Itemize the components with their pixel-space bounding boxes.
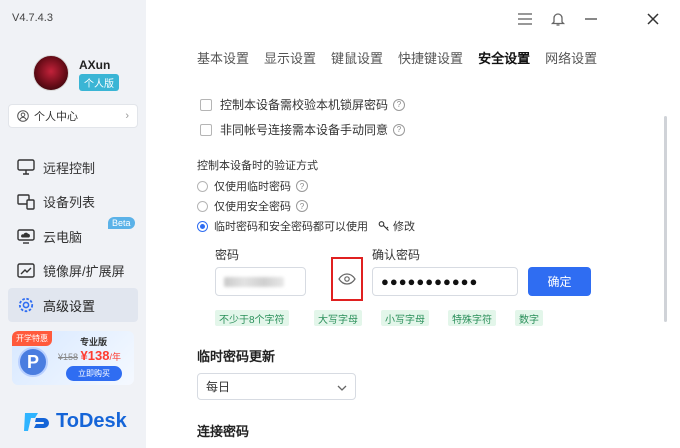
radio-label: 仅使用临时密码 bbox=[214, 181, 291, 193]
radio-button[interactable] bbox=[197, 180, 208, 192]
help-icon[interactable]: ? bbox=[393, 98, 406, 111]
temp-password-update-title: 临时密码更新 bbox=[197, 349, 276, 364]
rule-uppercase: 大写字母 bbox=[314, 310, 362, 326]
monitor-icon bbox=[16, 158, 36, 176]
username: AXun bbox=[79, 58, 111, 72]
cloud-pc-icon bbox=[16, 227, 36, 245]
sidebar-nav: 远程控制 设备列表 云电脑 镜像屏/扩展屏 高级设置 bbox=[8, 150, 138, 323]
checkbox-label: 非同帐号连接需本设备手动同意 bbox=[220, 123, 389, 137]
promo-tag: 开学特惠 bbox=[12, 331, 52, 346]
lock-screen-password-option[interactable]: 控制本设备需校验本机锁屏密码 ? bbox=[200, 96, 406, 113]
user-icon bbox=[17, 110, 29, 122]
radio-security-password-only[interactable]: 仅使用安全密码 ? bbox=[197, 198, 308, 214]
radio-button[interactable] bbox=[197, 220, 208, 232]
sidebar-item-device-list[interactable]: 设备列表 bbox=[8, 185, 138, 219]
sidebar-item-label: 镜像屏/扩展屏 bbox=[43, 264, 125, 279]
show-password-toggle[interactable] bbox=[331, 257, 363, 301]
manual-approve-option[interactable]: 非同帐号连接需本设备手动同意 ? bbox=[200, 121, 406, 138]
tab-keyboard-mouse[interactable]: 键鼠设置 bbox=[331, 48, 383, 67]
confirm-password-label: 确认密码 bbox=[372, 248, 421, 262]
tier-badge: 个人版 bbox=[79, 74, 119, 91]
bell-icon[interactable] bbox=[548, 9, 568, 29]
sidebar-item-label: 高级设置 bbox=[43, 298, 96, 314]
promo-old-price: ¥158 bbox=[58, 352, 79, 362]
promo-new-price: ¥138 bbox=[80, 348, 110, 363]
sidebar-item-mirror-screen[interactable]: 镜像屏/扩展屏 bbox=[8, 254, 138, 288]
menu-icon[interactable] bbox=[515, 9, 535, 29]
rule-min-length: 不少于8个字符 bbox=[215, 310, 289, 326]
key-icon bbox=[378, 221, 389, 231]
sidebar-item-remote-control[interactable]: 远程控制 bbox=[8, 150, 138, 184]
password-label: 密码 bbox=[215, 248, 240, 262]
chevron-down-icon bbox=[337, 380, 347, 394]
user-center-button[interactable]: 个人中心 › bbox=[8, 104, 138, 128]
help-icon[interactable]: ? bbox=[296, 200, 308, 212]
sidebar-item-advanced-settings[interactable]: 高级设置 bbox=[8, 288, 138, 322]
modify-label: 修改 bbox=[393, 221, 415, 233]
rule-digit: 数字 bbox=[515, 310, 543, 326]
settings-tabs: 基本设置 显示设置 键鼠设置 快捷键设置 安全设置 网络设置 bbox=[197, 48, 612, 67]
temp-password-frequency-select[interactable]: 每日 bbox=[197, 373, 356, 400]
promo-price: ¥158 ¥138/年 bbox=[58, 348, 121, 363]
minimize-icon[interactable] bbox=[581, 9, 601, 29]
modify-password-link[interactable]: 修改 bbox=[378, 218, 415, 234]
checkbox[interactable] bbox=[200, 123, 212, 136]
checkbox[interactable] bbox=[200, 98, 212, 111]
scrollbar[interactable] bbox=[664, 116, 667, 322]
promo-edition: 专业版 bbox=[80, 337, 108, 347]
promo-banner[interactable]: 开学特惠 P 专业版 ¥158 ¥138/年 立即购买 bbox=[12, 331, 134, 385]
close-icon[interactable] bbox=[643, 9, 663, 29]
gear-icon bbox=[16, 296, 36, 314]
help-icon[interactable]: ? bbox=[393, 123, 406, 136]
radio-temp-password-only[interactable]: 仅使用临时密码 ? bbox=[197, 178, 308, 194]
beta-badge: Beta bbox=[108, 217, 135, 229]
checkbox-label: 控制本设备需校验本机锁屏密码 bbox=[220, 98, 389, 112]
chevron-right-icon: › bbox=[125, 110, 129, 122]
eye-icon bbox=[338, 273, 356, 285]
tab-security[interactable]: 安全设置 bbox=[478, 48, 530, 67]
redacted-password bbox=[224, 276, 284, 287]
connect-password-title: 连接密码 bbox=[197, 424, 250, 439]
confirm-password-value: ●●●●●●●●●●● bbox=[381, 274, 479, 289]
app-version: V4.7.4.3 bbox=[12, 12, 53, 24]
sidebar-item-label: 远程控制 bbox=[43, 160, 96, 176]
verify-method-title: 控制本设备时的验证方式 bbox=[197, 160, 318, 172]
sidebar-item-label: 云电脑 bbox=[43, 229, 83, 245]
radio-button[interactable] bbox=[197, 200, 208, 212]
todesk-logo-icon bbox=[24, 412, 49, 431]
tab-network[interactable]: 网络设置 bbox=[545, 48, 597, 67]
promo-unit: /年 bbox=[109, 352, 121, 362]
rule-special-char: 特殊字符 bbox=[448, 310, 496, 326]
confirm-password-input[interactable]: ●●●●●●●●●●● bbox=[372, 267, 518, 296]
radio-both-passwords[interactable]: 临时密码和安全密码都可以使用 修改 bbox=[197, 218, 415, 234]
tab-basic[interactable]: 基本设置 bbox=[197, 48, 249, 67]
confirm-button[interactable]: 确定 bbox=[528, 267, 591, 296]
avatar[interactable] bbox=[33, 55, 69, 91]
help-icon[interactable]: ? bbox=[296, 180, 308, 192]
tab-shortcuts[interactable]: 快捷键设置 bbox=[398, 48, 463, 67]
mirror-icon bbox=[16, 262, 36, 280]
devices-icon bbox=[16, 193, 36, 211]
buy-now-button[interactable]: 立即购买 bbox=[66, 366, 122, 381]
select-value: 每日 bbox=[206, 380, 231, 394]
pro-badge-icon: P bbox=[18, 347, 48, 377]
rule-lowercase: 小写字母 bbox=[381, 310, 429, 326]
todesk-logo: ToDesk bbox=[24, 410, 127, 433]
tab-display[interactable]: 显示设置 bbox=[264, 48, 316, 67]
sidebar-item-label: 设备列表 bbox=[43, 195, 96, 210]
sidebar: V4.7.4.3 AXun 个人版 个人中心 › 远程控制 设备列表 云电脑 镜… bbox=[0, 0, 146, 448]
radio-label: 仅使用安全密码 bbox=[214, 201, 291, 213]
password-input[interactable] bbox=[215, 267, 306, 296]
logo-text: ToDesk bbox=[56, 410, 127, 432]
user-center-label: 个人中心 bbox=[34, 111, 78, 123]
radio-label: 临时密码和安全密码都可以使用 bbox=[214, 221, 368, 233]
